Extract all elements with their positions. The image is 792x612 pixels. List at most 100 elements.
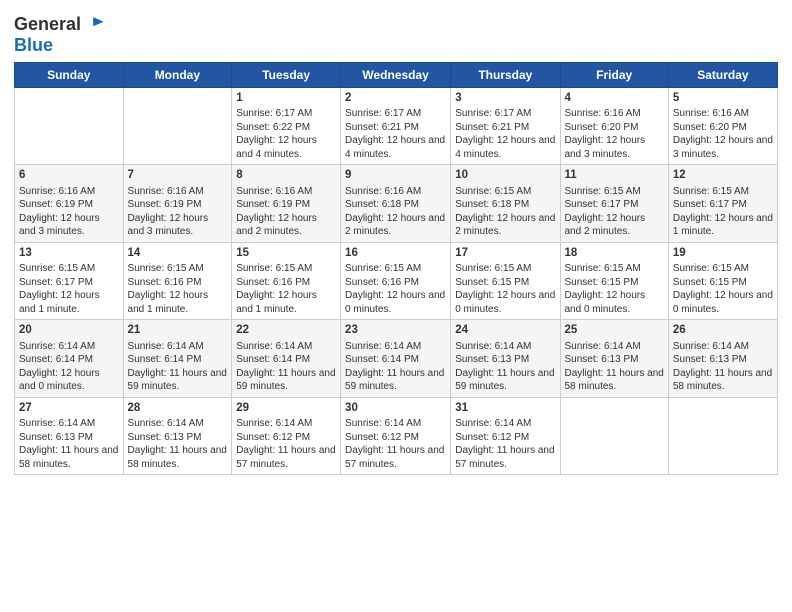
days-of-week-row: SundayMondayTuesdayWednesdayThursdayFrid…	[15, 62, 778, 87]
day-info: Sunrise: 6:16 AM	[128, 185, 228, 199]
day-number: 9	[345, 168, 446, 184]
day-info: Daylight: 12 hours and 1 minute.	[19, 289, 119, 316]
day-info: Sunset: 6:17 PM	[673, 198, 773, 212]
day-info: Sunset: 6:22 PM	[236, 121, 336, 135]
day-info: Sunset: 6:19 PM	[236, 198, 336, 212]
calendar-cell: 19Sunrise: 6:15 AMSunset: 6:15 PMDayligh…	[668, 242, 777, 320]
day-info: Daylight: 12 hours and 4 minutes.	[455, 134, 555, 161]
day-info: Daylight: 12 hours and 2 minutes.	[236, 212, 336, 239]
day-info: Sunrise: 6:17 AM	[455, 107, 555, 121]
day-number: 17	[455, 246, 555, 262]
day-info: Daylight: 11 hours and 57 minutes.	[236, 444, 336, 471]
calendar-cell: 22Sunrise: 6:14 AMSunset: 6:14 PMDayligh…	[232, 320, 341, 398]
day-number: 20	[19, 323, 119, 339]
week-row-4: 20Sunrise: 6:14 AMSunset: 6:14 PMDayligh…	[15, 320, 778, 398]
day-info: Sunrise: 6:14 AM	[455, 340, 555, 354]
logo: General Blue	[14, 14, 105, 56]
day-info: Sunset: 6:16 PM	[345, 276, 446, 290]
day-info: Sunrise: 6:17 AM	[345, 107, 446, 121]
dow-header-sunday: Sunday	[15, 62, 124, 87]
day-info: Sunset: 6:12 PM	[236, 431, 336, 445]
day-number: 22	[236, 323, 336, 339]
day-info: Daylight: 12 hours and 2 minutes.	[455, 212, 555, 239]
day-number: 24	[455, 323, 555, 339]
calendar-cell: 28Sunrise: 6:14 AMSunset: 6:13 PMDayligh…	[123, 397, 232, 475]
logo-text-blue: Blue	[14, 36, 105, 56]
calendar-cell: 6Sunrise: 6:16 AMSunset: 6:19 PMDaylight…	[15, 165, 124, 243]
day-info: Sunset: 6:13 PM	[19, 431, 119, 445]
day-info: Daylight: 11 hours and 57 minutes.	[345, 444, 446, 471]
day-info: Sunrise: 6:14 AM	[236, 417, 336, 431]
calendar-cell	[668, 397, 777, 475]
day-info: Sunrise: 6:14 AM	[19, 417, 119, 431]
day-info: Sunset: 6:15 PM	[565, 276, 664, 290]
day-info: Daylight: 12 hours and 4 minutes.	[236, 134, 336, 161]
day-info: Daylight: 11 hours and 59 minutes.	[128, 367, 228, 394]
day-info: Sunrise: 6:15 AM	[19, 262, 119, 276]
day-info: Sunset: 6:20 PM	[565, 121, 664, 135]
calendar-cell: 16Sunrise: 6:15 AMSunset: 6:16 PMDayligh…	[341, 242, 451, 320]
week-row-5: 27Sunrise: 6:14 AMSunset: 6:13 PMDayligh…	[15, 397, 778, 475]
day-number: 8	[236, 168, 336, 184]
day-info: Sunrise: 6:14 AM	[345, 340, 446, 354]
day-number: 25	[565, 323, 664, 339]
day-info: Daylight: 12 hours and 0 minutes.	[673, 289, 773, 316]
day-info: Sunrise: 6:15 AM	[565, 185, 664, 199]
dow-header-saturday: Saturday	[668, 62, 777, 87]
day-info: Sunset: 6:13 PM	[565, 353, 664, 367]
calendar-cell: 11Sunrise: 6:15 AMSunset: 6:17 PMDayligh…	[560, 165, 668, 243]
calendar-cell: 10Sunrise: 6:15 AMSunset: 6:18 PMDayligh…	[451, 165, 560, 243]
day-number: 27	[19, 401, 119, 417]
day-number: 3	[455, 91, 555, 107]
day-info: Sunset: 6:12 PM	[345, 431, 446, 445]
logo-text-general: General	[14, 15, 81, 35]
day-number: 14	[128, 246, 228, 262]
day-info: Sunrise: 6:14 AM	[19, 340, 119, 354]
calendar-cell: 17Sunrise: 6:15 AMSunset: 6:15 PMDayligh…	[451, 242, 560, 320]
day-info: Sunrise: 6:16 AM	[345, 185, 446, 199]
week-row-3: 13Sunrise: 6:15 AMSunset: 6:17 PMDayligh…	[15, 242, 778, 320]
day-info: Sunrise: 6:16 AM	[565, 107, 664, 121]
calendar-cell: 13Sunrise: 6:15 AMSunset: 6:17 PMDayligh…	[15, 242, 124, 320]
day-info: Daylight: 12 hours and 4 minutes.	[345, 134, 446, 161]
calendar-cell: 15Sunrise: 6:15 AMSunset: 6:16 PMDayligh…	[232, 242, 341, 320]
day-info: Sunrise: 6:14 AM	[128, 340, 228, 354]
day-info: Sunrise: 6:14 AM	[236, 340, 336, 354]
day-info: Sunset: 6:21 PM	[455, 121, 555, 135]
day-number: 4	[565, 91, 664, 107]
calendar-cell: 2Sunrise: 6:17 AMSunset: 6:21 PMDaylight…	[341, 87, 451, 165]
day-info: Sunrise: 6:15 AM	[565, 262, 664, 276]
day-info: Sunset: 6:20 PM	[673, 121, 773, 135]
day-info: Daylight: 12 hours and 1 minute.	[128, 289, 228, 316]
calendar-cell: 29Sunrise: 6:14 AMSunset: 6:12 PMDayligh…	[232, 397, 341, 475]
day-info: Sunset: 6:14 PM	[236, 353, 336, 367]
calendar-cell: 4Sunrise: 6:16 AMSunset: 6:20 PMDaylight…	[560, 87, 668, 165]
day-number: 30	[345, 401, 446, 417]
day-info: Daylight: 12 hours and 3 minutes.	[128, 212, 228, 239]
day-info: Sunrise: 6:16 AM	[19, 185, 119, 199]
day-info: Sunrise: 6:15 AM	[236, 262, 336, 276]
calendar-cell: 14Sunrise: 6:15 AMSunset: 6:16 PMDayligh…	[123, 242, 232, 320]
day-info: Sunset: 6:16 PM	[236, 276, 336, 290]
day-info: Sunset: 6:13 PM	[673, 353, 773, 367]
day-info: Sunrise: 6:15 AM	[128, 262, 228, 276]
calendar-cell: 23Sunrise: 6:14 AMSunset: 6:14 PMDayligh…	[341, 320, 451, 398]
day-info: Sunset: 6:13 PM	[128, 431, 228, 445]
day-number: 7	[128, 168, 228, 184]
day-info: Daylight: 11 hours and 58 minutes.	[128, 444, 228, 471]
day-info: Daylight: 11 hours and 57 minutes.	[455, 444, 555, 471]
calendar-cell: 30Sunrise: 6:14 AMSunset: 6:12 PMDayligh…	[341, 397, 451, 475]
day-info: Sunset: 6:19 PM	[128, 198, 228, 212]
day-info: Sunrise: 6:15 AM	[673, 262, 773, 276]
day-number: 6	[19, 168, 119, 184]
day-info: Sunset: 6:18 PM	[455, 198, 555, 212]
logo-flag-icon	[83, 14, 105, 36]
calendar-cell: 1Sunrise: 6:17 AMSunset: 6:22 PMDaylight…	[232, 87, 341, 165]
day-number: 19	[673, 246, 773, 262]
day-info: Daylight: 11 hours and 58 minutes.	[673, 367, 773, 394]
page-container: General Blue SundayMondayTuesdayWednesda…	[0, 0, 792, 485]
day-info: Daylight: 11 hours and 59 minutes.	[236, 367, 336, 394]
dow-header-wednesday: Wednesday	[341, 62, 451, 87]
day-info: Daylight: 11 hours and 58 minutes.	[565, 367, 664, 394]
day-info: Sunrise: 6:14 AM	[345, 417, 446, 431]
